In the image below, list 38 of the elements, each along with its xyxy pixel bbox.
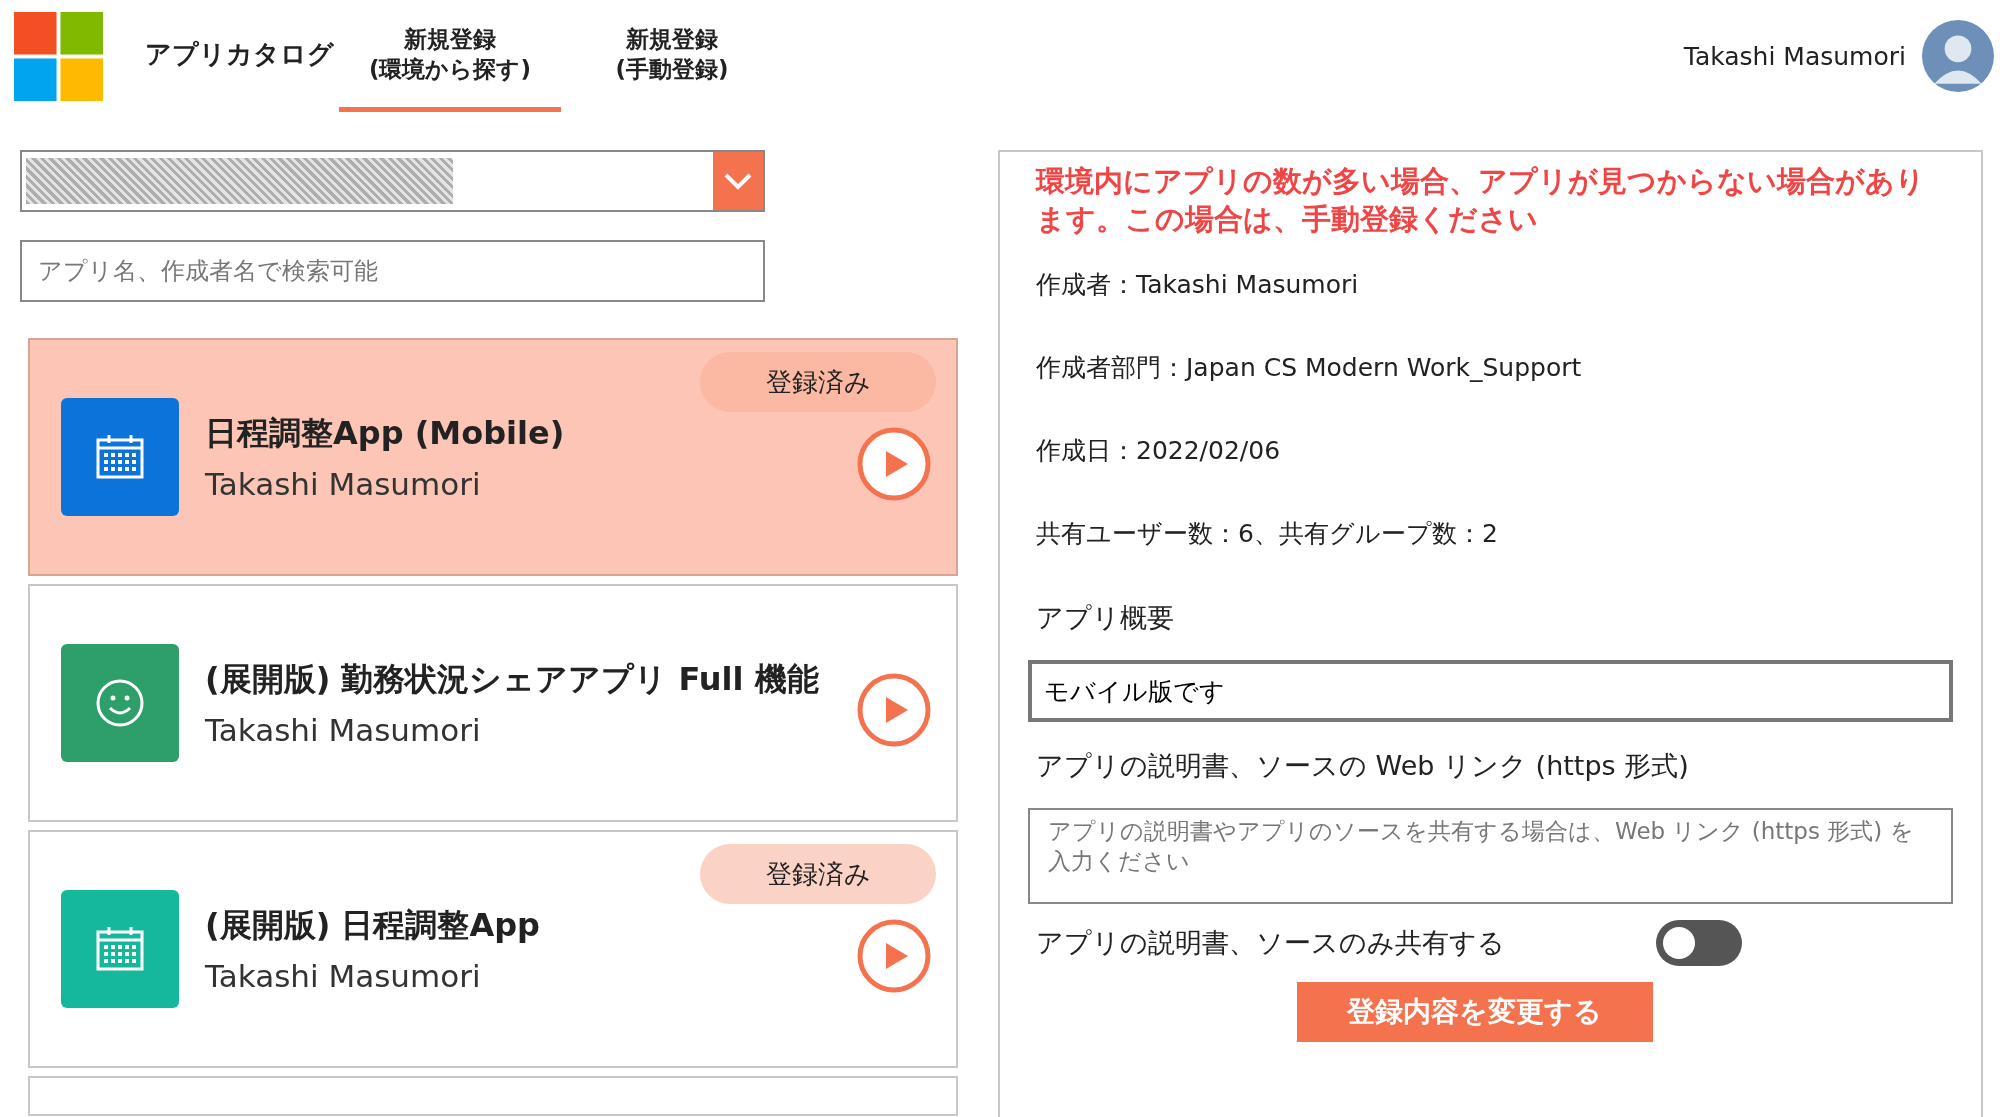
- calendar-icon: [95, 926, 145, 972]
- summary-field[interactable]: モバイル版です: [1028, 660, 1953, 722]
- app-title: (展開版) 勤務状況シェアアプリ Full 機能: [205, 659, 820, 700]
- app-card[interactable]: 日程調整App (Mobile) Takashi Masumori 登録済み: [28, 338, 958, 576]
- logo-icon: [14, 11, 103, 101]
- search-field[interactable]: アプリ名、作成者名で検索可能: [20, 240, 765, 302]
- play-icon[interactable]: [856, 918, 932, 994]
- nav-tab[interactable]: 新規登録 (環境から探す): [339, 0, 561, 112]
- toggle-switch[interactable]: [1656, 920, 1742, 966]
- app-title: 日程調整App (Mobile): [205, 413, 566, 454]
- link-label: アプリの説明書、ソースの Web リンク (https 形式): [1036, 749, 1690, 783]
- info-text: 作成者部門：Japan CS Modern Work_Support: [1036, 352, 1583, 384]
- warning-text: 環境内にアプリの数が多い場合、アプリが見つからない場合があります。この場合は、手動登録ください: [1036, 163, 1926, 238]
- registered-badge: 登録済み: [700, 352, 936, 412]
- app-author: Takashi Masumori: [205, 958, 482, 994]
- user-name: Takashi Masumori: [1683, 41, 1906, 71]
- nav-tab[interactable]: 新規登録 (手動登録): [561, 0, 783, 112]
- chevron-down-icon: [723, 171, 753, 191]
- share-only-label: アプリの説明書、ソースのみ共有する: [1036, 926, 1506, 960]
- registered-badge: 登録済み: [700, 844, 936, 904]
- info-text: 作成者：Takashi Masumori: [1036, 269, 1360, 301]
- app-card[interactable]: (展開版) 日程調整App Takashi Masumori 登録済み: [28, 830, 958, 1068]
- nav-tab[interactable]: アプリカタログ: [139, 0, 339, 112]
- info-text: 作成日：2022/02/06: [1036, 435, 1282, 467]
- app-card[interactable]: [28, 1076, 958, 1116]
- info-text: 共有ユーザー数：6、共有グループ数：2: [1036, 518, 1499, 550]
- dropdown[interactable]: [20, 150, 765, 212]
- play-icon[interactable]: [856, 426, 932, 502]
- link-field[interactable]: アプリの説明書やアプリのソースを共有する場合は、Web リンク (https 形式) を入力ください: [1028, 808, 1953, 904]
- avatar-icon[interactable]: [1922, 20, 1994, 92]
- summary-label: アプリ概要: [1036, 601, 1175, 635]
- play-icon[interactable]: [856, 672, 932, 748]
- smiley-icon: [95, 678, 145, 728]
- app-author: Takashi Masumori: [205, 712, 482, 748]
- app-title: (展開版) 日程調整App: [205, 905, 541, 946]
- calendar-icon: [95, 434, 145, 480]
- app-card[interactable]: (展開版) 勤務状況シェアアプリ Full 機能 Takashi Masumori: [28, 584, 958, 822]
- app-author: Takashi Masumori: [205, 466, 482, 502]
